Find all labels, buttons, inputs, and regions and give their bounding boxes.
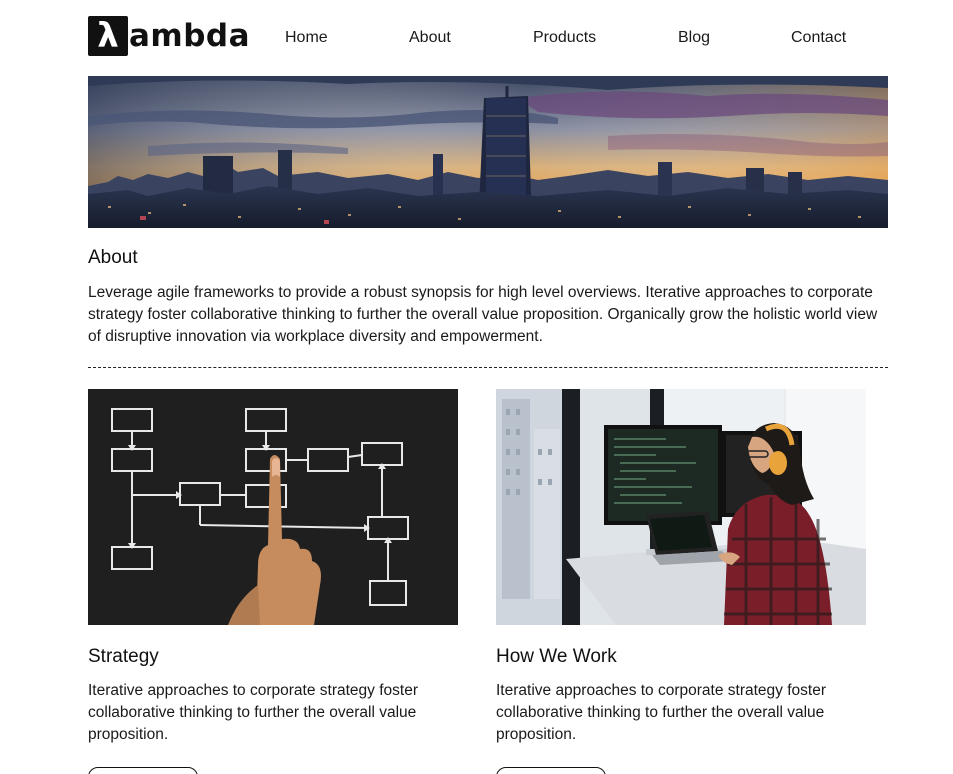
about-heading: About	[88, 247, 138, 268]
nav-link-home[interactable]: Home	[285, 28, 328, 48]
strategy-image	[88, 389, 458, 625]
main-nav: Home About Products Blog Contact	[0, 28, 953, 48]
how-we-work-image	[496, 389, 866, 625]
nav-link-about[interactable]: About	[409, 28, 451, 48]
strategy-button[interactable]	[88, 767, 198, 774]
strategy-heading: Strategy	[88, 646, 159, 667]
flowchart-chalkboard-image	[88, 389, 458, 625]
how-we-work-heading: How We Work	[496, 646, 617, 667]
nav-link-products[interactable]: Products	[533, 28, 596, 48]
developer-at-desk-image	[496, 389, 866, 625]
about-paragraph: Leverage agile frameworks to provide a r…	[88, 284, 878, 345]
how-we-work-button[interactable]	[496, 767, 606, 774]
strategy-text: Iterative approaches to corporate strate…	[88, 682, 418, 743]
city-skyline-image	[88, 76, 888, 228]
page: λ ambda Home About Products Blog Contact	[0, 0, 953, 774]
nav-link-contact[interactable]: Contact	[791, 28, 846, 48]
how-we-work-text: Iterative approaches to corporate strate…	[496, 682, 826, 743]
hero-image	[88, 76, 888, 228]
nav-link-blog[interactable]: Blog	[678, 28, 710, 48]
section-divider	[88, 367, 888, 368]
